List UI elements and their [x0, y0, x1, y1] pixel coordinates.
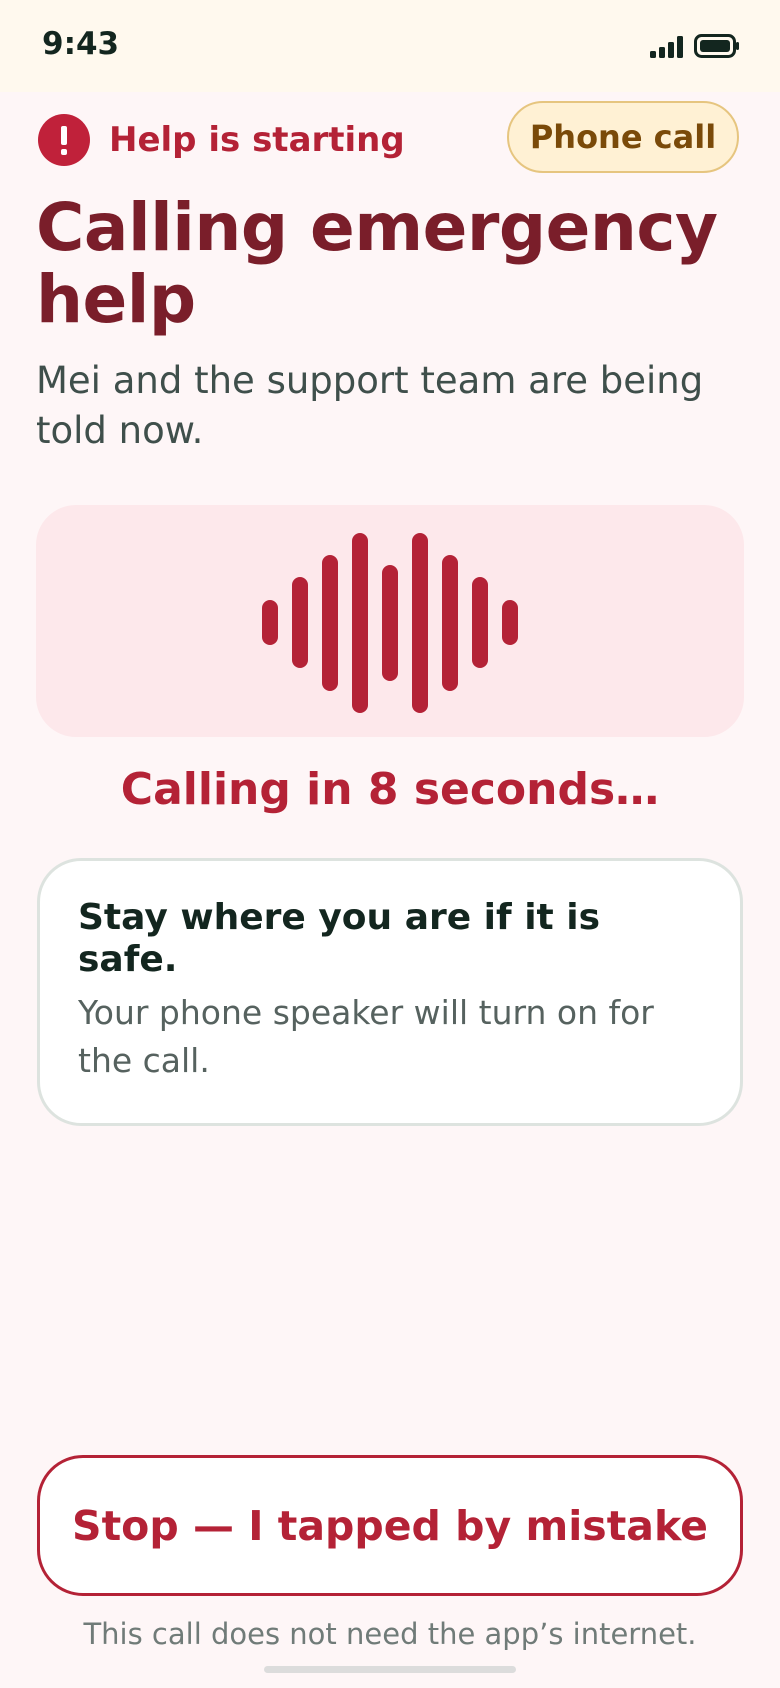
stop-call-button[interactable]: Stop — I tapped by mistake [37, 1455, 743, 1596]
sound-wave-icon [262, 533, 518, 713]
info-heading: Stay where you are if it is safe. [78, 897, 601, 980]
alert-status: Help is starting [38, 114, 405, 166]
info-body: Your phone speaker will turn on for the … [78, 993, 654, 1080]
exclamation-icon [38, 114, 90, 166]
offline-note: This call does not need the app’s intern… [83, 1617, 697, 1651]
emergency-call-screen: 9:43 Help is starting Phone call Calling… [0, 0, 780, 1688]
status-bar: 9:43 [0, 0, 780, 92]
status-time: 9:43 [42, 26, 120, 62]
page-title: Calling emergency help [36, 189, 718, 338]
alert-label: Help is starting [109, 120, 405, 160]
home-indicator[interactable] [264, 1666, 516, 1673]
phone-call-button[interactable]: Phone call [507, 101, 739, 173]
sound-wave-panel [36, 505, 744, 737]
countdown-text: Calling in 8 seconds… [120, 764, 660, 815]
safety-info-card: Stay where you are if it is safe. Your p… [37, 858, 743, 1126]
page-subtitle: Mei and the support team are being told … [36, 359, 704, 452]
battery-icon [694, 34, 739, 58]
signal-icon [650, 36, 683, 58]
